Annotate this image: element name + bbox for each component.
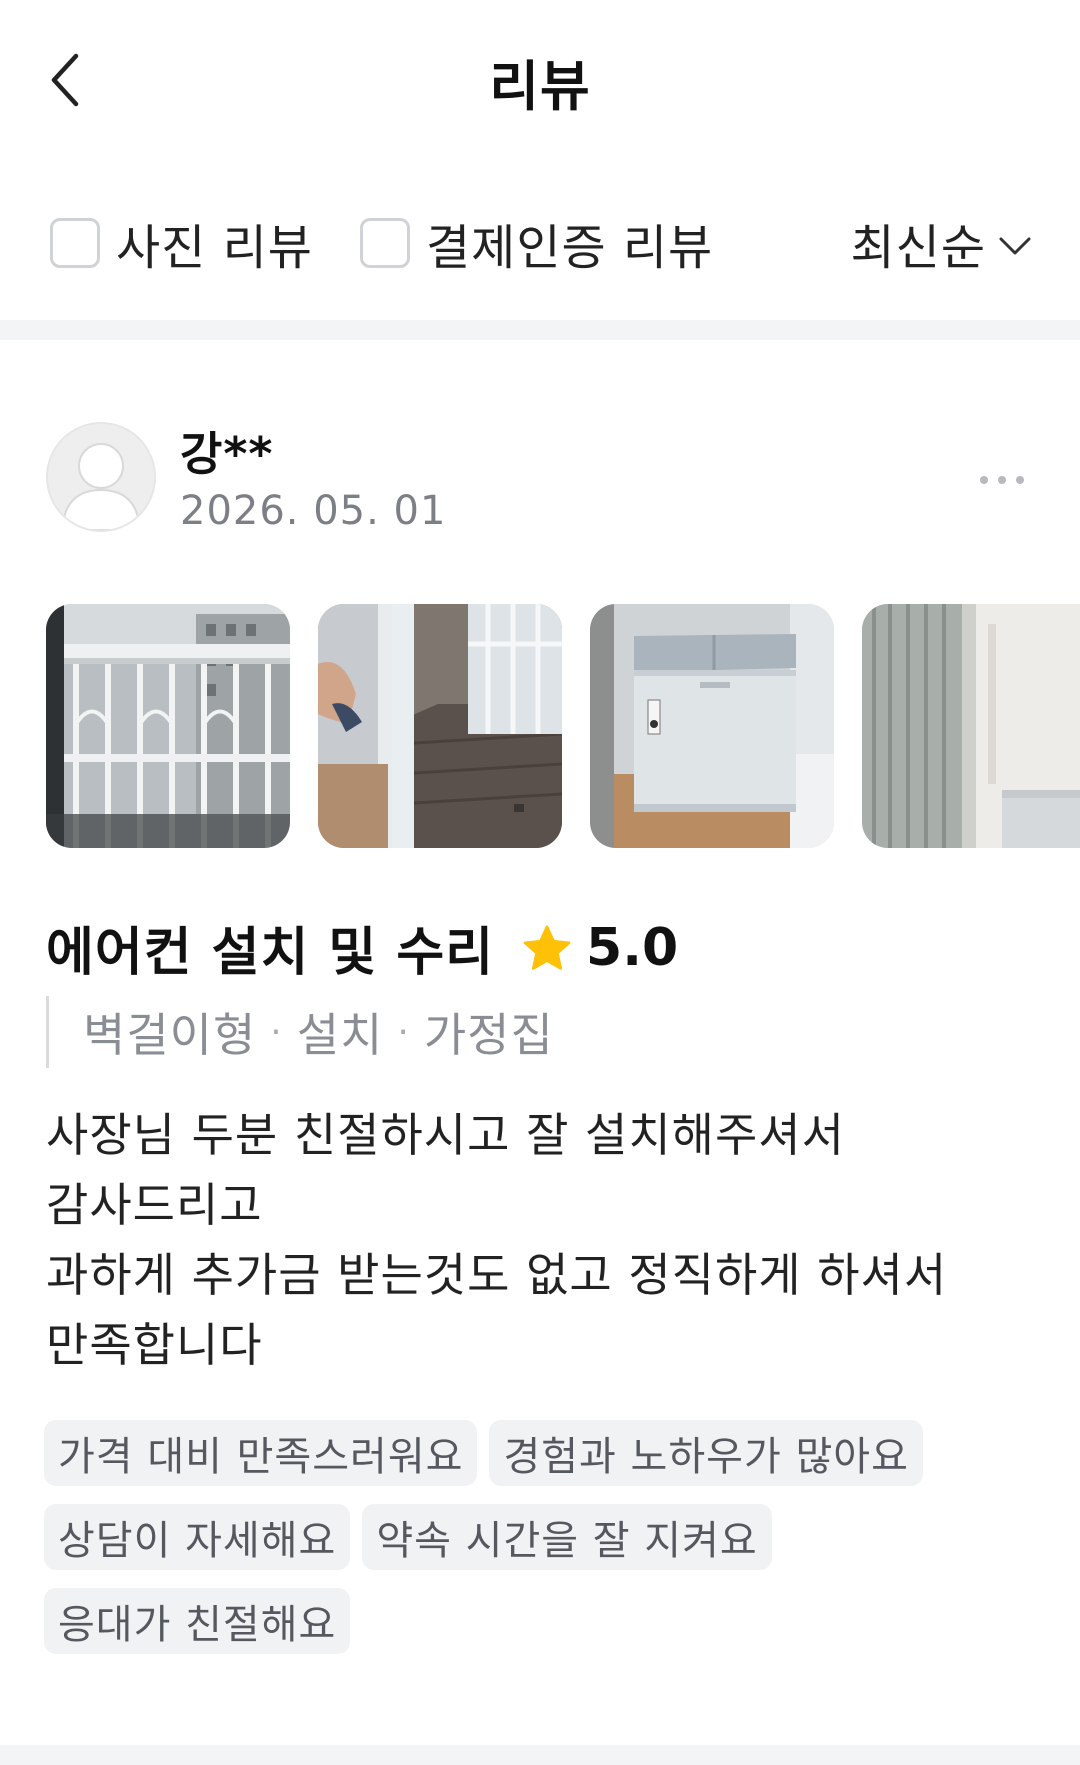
review-body: 사장님 두분 친절하시고 잘 설치해주셔서 감사드리고 과하게 추가금 받는것도… <box>46 1100 1026 1380</box>
payment-verified-review-checkbox[interactable] <box>360 218 410 268</box>
review-tag: 상담이 자세해요 <box>44 1504 351 1570</box>
review-date: 2026. 05. 01 <box>180 488 447 534</box>
header: 리뷰 <box>0 0 1080 160</box>
service-rating-line: 에어컨 설치 및 수리 5.0 <box>46 910 678 985</box>
curtain-room-photo <box>862 604 1080 848</box>
meta-place: 가정집 <box>423 1008 554 1062</box>
meta-type: 벽걸이형 <box>83 1008 257 1062</box>
section-divider <box>0 1745 1080 1765</box>
review-tag: 응대가 친절해요 <box>44 1588 351 1654</box>
payment-verified-review-filter[interactable]: 결제인증 리뷰 <box>360 208 713 278</box>
photo-review-label: 사진 리뷰 <box>116 220 313 276</box>
review-text-line: 사장님 두분 친절하시고 잘 설치해주셔서 <box>46 1108 845 1162</box>
avatar <box>46 422 156 532</box>
review-photo[interactable] <box>46 604 290 848</box>
rating-value: 5.0 <box>586 917 679 978</box>
default-avatar-icon <box>48 424 154 530</box>
service-meta: 벽걸이형 · 설치 · 가정집 <box>46 996 554 1068</box>
review-tag: 경험과 노하우가 많아요 <box>489 1420 923 1486</box>
chest-freezer-photo <box>590 604 834 848</box>
review-text-line: 만족합니다 <box>46 1318 263 1372</box>
meta-separator: · <box>397 1011 410 1053</box>
review-photo[interactable] <box>318 604 562 848</box>
sort-dropdown[interactable]: 최신순 <box>851 208 1032 278</box>
chevron-down-icon <box>999 237 1031 255</box>
review-text-line: 감사드리고 <box>46 1178 263 1232</box>
review-tag: 가격 대비 만족스러워요 <box>44 1420 478 1486</box>
more-options-button[interactable] <box>972 460 1032 500</box>
review-photo[interactable] <box>590 604 834 848</box>
review-tag: 약속 시간을 잘 지켜요 <box>362 1504 772 1570</box>
payment-verified-review-label: 결제인증 리뷰 <box>426 220 714 276</box>
tag-row: 응대가 친절해요 <box>44 1588 1024 1654</box>
sort-selected-label: 최신순 <box>850 220 986 276</box>
photo-review-checkbox[interactable] <box>50 218 100 268</box>
meta-separator: · <box>270 1011 283 1053</box>
star-icon <box>523 924 571 970</box>
photo-review-filter[interactable]: 사진 리뷰 <box>50 208 313 278</box>
review-text-line: 과하게 추가금 받는것도 없고 정직하게 하셔서 <box>46 1248 948 1302</box>
balcony-railing-photo <box>46 604 290 848</box>
review-tags: 가격 대비 만족스러워요 경험과 노하우가 많아요 상담이 자세해요 약속 시간… <box>44 1420 1024 1672</box>
tag-row: 상담이 자세해요 약속 시간을 잘 지켜요 <box>44 1504 1024 1570</box>
page-title: 리뷰 <box>489 55 591 118</box>
tag-row: 가격 대비 만족스러워요 경험과 노하우가 많아요 <box>44 1420 1024 1486</box>
freezer-moving-photo <box>318 604 562 848</box>
service-title: 에어컨 설치 및 수리 <box>46 923 495 983</box>
section-divider <box>0 320 1080 340</box>
filter-bar: 사진 리뷰 결제인증 리뷰 최신순 <box>0 200 1080 280</box>
review-photos <box>46 604 1080 850</box>
review-author: 강** <box>180 427 274 481</box>
meta-service: 설치 <box>296 1008 384 1062</box>
review-photo[interactable] <box>862 604 1080 848</box>
more-horizontal-icon <box>980 476 1024 484</box>
